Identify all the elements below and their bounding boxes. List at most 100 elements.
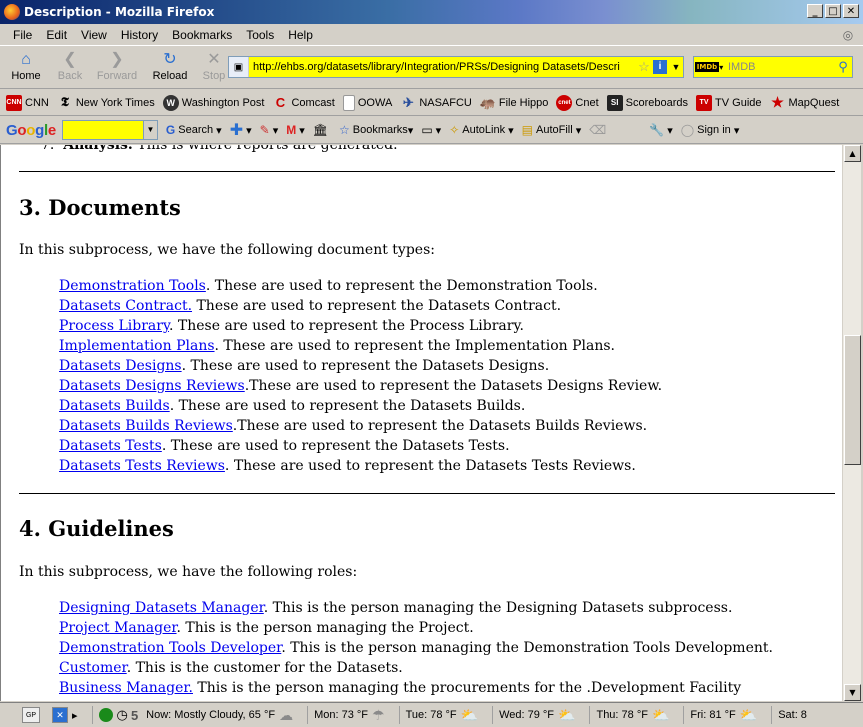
settings-button[interactable]: 🔧 ▾ bbox=[649, 123, 672, 137]
minimize-button[interactable]: _ bbox=[807, 4, 823, 18]
google-search-input[interactable]: ▼ bbox=[61, 120, 158, 140]
link-datasets-builds[interactable]: Datasets Builds bbox=[59, 398, 170, 414]
google-dropdown-icon[interactable]: ▼ bbox=[142, 121, 157, 139]
highlight-icon: ▭ bbox=[421, 123, 433, 137]
back-arrow-icon: ❮ bbox=[63, 51, 77, 68]
list-item: Datasets Tests Reviews. These are used t… bbox=[59, 458, 636, 474]
link-datasets-builds-reviews[interactable]: Datasets Builds Reviews bbox=[59, 418, 233, 434]
roles-list: Designing Datasets Manager. This is the … bbox=[59, 598, 773, 698]
list-item: Process Library. These are used to repre… bbox=[59, 318, 524, 334]
url-input[interactable]: http://ehbs.org/datasets/library/Integra… bbox=[249, 61, 635, 73]
back-button[interactable]: ❮ Back bbox=[48, 46, 92, 86]
link-demonstration-tools-developer[interactable]: Demonstration Tools Developer bbox=[59, 640, 281, 656]
gp-button[interactable]: GP bbox=[22, 707, 44, 723]
document-types-list: Demonstration Tools. These are used to r… bbox=[59, 276, 662, 476]
bookmark-cnn[interactable]: CNN CNN bbox=[6, 94, 49, 111]
info-icon[interactable]: i bbox=[653, 60, 667, 74]
nyt-icon: 𝕿 bbox=[60, 95, 69, 110]
navigation-toolbar: ⌂ Home ❮ Back ❯ Forward ↻ Reload ✕ Stop … bbox=[0, 45, 863, 89]
link-datasets-tests-reviews[interactable]: Datasets Tests Reviews bbox=[59, 458, 225, 474]
link-datasets-designs-reviews[interactable]: Datasets Designs Reviews bbox=[59, 378, 245, 394]
home-button[interactable]: ⌂ Home bbox=[4, 46, 48, 86]
weather-thu[interactable]: Thu: 78 °F ⛅ bbox=[596, 707, 669, 724]
divider bbox=[492, 706, 494, 724]
menu-help[interactable]: Help bbox=[281, 28, 320, 42]
menu-file[interactable]: File bbox=[6, 28, 39, 42]
maximize-button[interactable]: □ bbox=[825, 4, 841, 18]
page-content[interactable]: 7. Analysis. This is where reports are g… bbox=[0, 145, 842, 701]
bookmark-mapquest[interactable]: ★ MapQuest bbox=[770, 94, 839, 111]
link-project-manager[interactable]: Project Manager bbox=[59, 620, 177, 636]
site-identity-icon[interactable]: ▣ bbox=[229, 57, 249, 77]
menu-edit[interactable]: Edit bbox=[39, 28, 74, 42]
mapquest-icon: ★ bbox=[771, 94, 784, 110]
bookmark-nyt[interactable]: 𝕿 New York Times bbox=[57, 95, 155, 111]
link-datasets-designs[interactable]: Datasets Designs bbox=[59, 358, 182, 374]
google-logo[interactable]: Google bbox=[6, 122, 56, 139]
bookmark-comcast[interactable]: C Comcast bbox=[272, 95, 335, 111]
window-title: Description - Mozilla Firefox bbox=[24, 5, 215, 19]
status-indicator[interactable]: ◷ 5 bbox=[98, 707, 138, 723]
weather-tue[interactable]: Tue: 78 °F ⛅ bbox=[406, 707, 479, 724]
vertical-scrollbar[interactable]: ▲ ▼ bbox=[842, 145, 861, 701]
menu-bookmarks[interactable]: Bookmarks bbox=[165, 28, 239, 42]
link-customer[interactable]: Customer bbox=[59, 660, 127, 676]
weather-now[interactable]: Now: Mostly Cloudy, 65 °F ☁ bbox=[146, 707, 293, 724]
list-item: Designing Datasets Manager. This is the … bbox=[59, 600, 733, 616]
google-toolbar: Google ▼ G Search ▾ ✚ ▾ ✎ ▾ M ▾ 🏛 ☆ Bookmarks… bbox=[0, 117, 863, 144]
weather-wed[interactable]: Wed: 79 °F ⛅ bbox=[499, 707, 575, 724]
gmail-button[interactable]: M ▾ bbox=[286, 123, 305, 137]
link-datasets-tests[interactable]: Datasets Tests bbox=[59, 438, 162, 454]
list-item: Datasets Contract. These are used to rep… bbox=[59, 298, 562, 314]
divider bbox=[91, 706, 93, 724]
menu-view[interactable]: View bbox=[74, 28, 114, 42]
google-plus-button[interactable]: ✚ ▾ bbox=[230, 120, 252, 140]
close-button[interactable]: ✕ bbox=[843, 4, 859, 18]
menu-tools[interactable]: Tools bbox=[239, 28, 281, 42]
reload-button[interactable]: ↻ Reload bbox=[148, 46, 192, 86]
autolink-button[interactable]: ✧ AutoLink ▾ bbox=[449, 123, 513, 137]
google-bookmarks-button[interactable]: ☆ Bookmarks ▾ bbox=[339, 123, 413, 137]
bookmark-wapo[interactable]: W Washington Post bbox=[162, 94, 264, 111]
weather-sat[interactable]: Sat: 8 bbox=[778, 709, 807, 721]
cloud-icon: ☁ bbox=[279, 706, 294, 723]
bookmark-star-icon[interactable]: ☆ bbox=[635, 59, 653, 75]
weather-fri[interactable]: Fri: 81 °F ⛅ bbox=[690, 707, 757, 724]
search-input[interactable]: IMDB bbox=[724, 61, 834, 73]
link-process-library[interactable]: Process Library bbox=[59, 318, 169, 334]
bookmark-nasafcu[interactable]: ✈ NASAFCU bbox=[400, 95, 472, 111]
bookmark-tvguide[interactable]: TV TV Guide bbox=[696, 94, 762, 111]
autofill-button[interactable]: ▤ AutoFill ▾ bbox=[522, 123, 582, 137]
weather-mon[interactable]: Mon: 73 °F ☂ bbox=[314, 707, 384, 724]
google-tools-button[interactable]: ✎ ▾ bbox=[260, 123, 279, 137]
bookmark-cnet[interactable]: cnet Cnet bbox=[556, 94, 599, 111]
bookmark-filehippo[interactable]: 🦛 File Hippo bbox=[480, 95, 549, 111]
link-demonstration-tools[interactable]: Demonstration Tools bbox=[59, 278, 206, 294]
wrench-icon: 🔧 bbox=[649, 123, 665, 137]
link-implementation-plans[interactable]: Implementation Plans bbox=[59, 338, 215, 354]
divider bbox=[771, 706, 773, 724]
highlight-button[interactable]: ▭ ▾ bbox=[421, 123, 441, 137]
bookmark-oowa[interactable]: OOWA bbox=[342, 94, 392, 111]
signin-button[interactable]: ◯ Sign in ▾ bbox=[681, 123, 740, 137]
window-titlebar[interactable]: Description - Mozilla Firefox _ □ ✕ bbox=[0, 0, 863, 24]
bookmark-scoreboards[interactable]: SI Scoreboards bbox=[606, 94, 688, 111]
forward-button[interactable]: ❯ Forward bbox=[92, 46, 142, 86]
scroll-thumb[interactable] bbox=[844, 335, 861, 465]
google-search-button[interactable]: G Search ▾ bbox=[166, 123, 222, 137]
library-button[interactable]: 🏛 bbox=[313, 123, 331, 137]
link-designing-datasets-manager[interactable]: Designing Datasets Manager bbox=[59, 600, 264, 616]
scroll-down-button[interactable]: ▼ bbox=[844, 684, 861, 701]
cnn-icon: CNN bbox=[6, 94, 22, 111]
link-business-manager[interactable]: Business Manager. bbox=[59, 680, 193, 696]
search-engine-icon[interactable]: IMDb ▾ bbox=[694, 57, 724, 77]
url-dropdown-icon[interactable]: ▼ bbox=[669, 62, 683, 72]
scroll-up-button[interactable]: ▲ bbox=[844, 145, 861, 162]
xmarks-button[interactable]: ✕ ▸ bbox=[52, 707, 78, 723]
eraser-button[interactable]: ⌫ bbox=[589, 123, 609, 137]
search-go-icon[interactable]: ⚲ bbox=[834, 60, 852, 75]
search-bar[interactable]: IMDb ▾ IMDB ⚲ bbox=[693, 56, 853, 78]
menu-history[interactable]: History bbox=[114, 28, 165, 42]
url-bar[interactable]: ▣ http://ehbs.org/datasets/library/Integ… bbox=[228, 56, 684, 78]
link-datasets-contract[interactable]: Datasets Contract. bbox=[59, 298, 192, 314]
